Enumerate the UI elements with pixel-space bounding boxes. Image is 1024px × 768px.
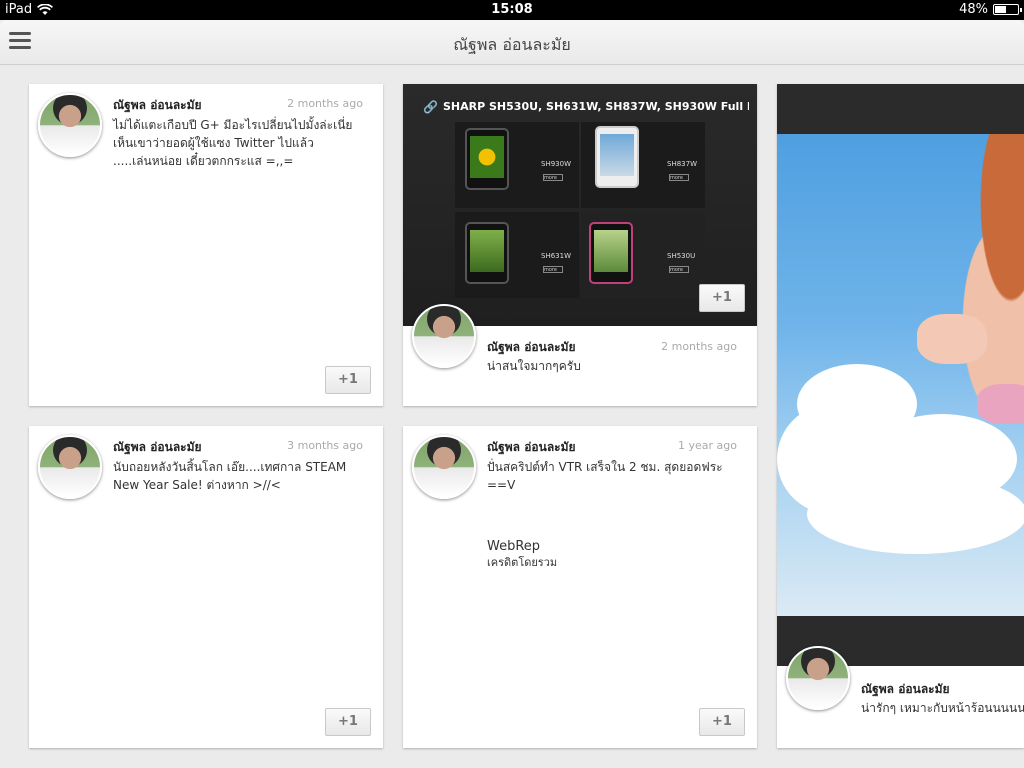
battery-icon	[993, 4, 1022, 15]
phone-label: SH530U	[667, 252, 696, 260]
phone-label: SH930W	[541, 160, 571, 168]
link-subtitle: เครดิตโดยรวม	[487, 556, 558, 569]
more-button: more	[543, 174, 563, 181]
phone-image	[595, 126, 639, 188]
avatar[interactable]	[38, 93, 102, 157]
phone-image	[465, 128, 509, 190]
more-button: more	[669, 266, 689, 273]
plus-one-button[interactable]: +1	[325, 708, 371, 736]
phone-label: SH837W	[667, 160, 697, 168]
battery-fill	[995, 6, 1006, 13]
battery-percent: 48%	[959, 2, 988, 17]
post-text: น่าสนใจมากๆครับ	[487, 359, 581, 373]
post-time: 3 months ago	[287, 439, 363, 452]
post-text: ปั่นสคริปต์ทำ VTR เสร็จใน 2 ชม. สุดยอดฟร…	[487, 460, 723, 492]
post-card[interactable]: ณัฐพล อ่อนละมัย 2 months ago ไม่ได้แตะเก…	[29, 84, 383, 406]
post-photo[interactable]	[777, 134, 1024, 616]
post-time: 2 months ago	[287, 97, 363, 110]
post-card-link[interactable]: 🔗 SHARP SH530U, SH631W, SH837W, SH930W F…	[403, 84, 757, 406]
post-text: น่ารักๆ เหมาะกับหน้าร้อนนนนนแบ	[861, 701, 1024, 715]
post-card[interactable]: ณัฐพล อ่อนละมัย 3 months ago นับถอยหลังว…	[29, 426, 383, 748]
avatar[interactable]	[786, 646, 850, 710]
status-bar: iPad 15:08 48%	[0, 0, 1024, 20]
phone-image	[465, 222, 509, 284]
avatar[interactable]	[38, 435, 102, 499]
plus-one-button[interactable]: +1	[699, 284, 745, 312]
more-button: more	[669, 174, 689, 181]
post-author[interactable]: ณัฐพล อ่อนละมัย	[861, 680, 950, 699]
phone-label: SH631W	[541, 252, 571, 260]
page-title: ณัฐพล อ่อนละมัย	[453, 35, 571, 54]
avatar[interactable]	[412, 304, 476, 368]
post-author[interactable]: ณัฐพล อ่อนละมัย	[487, 438, 576, 457]
status-right: 48%	[959, 2, 1022, 17]
post-author[interactable]: ณัฐพล อ่อนละมัย	[113, 438, 202, 457]
more-button: more	[543, 266, 563, 273]
post-card-photo[interactable]: ณัฐพล อ่อนละมัย น่ารักๆ เหมาะกับหน้าร้อน…	[777, 84, 1024, 748]
post-text: นับถอยหลังวันสิ้นโลก เอ๊ย....เทศกาล STEA…	[113, 460, 347, 492]
post-author[interactable]: ณัฐพล อ่อนละมัย	[487, 338, 576, 357]
post-author[interactable]: ณัฐพล อ่อนละมัย	[113, 96, 202, 115]
link-preview[interactable]: 🔗 SHARP SH530U, SH631W, SH837W, SH930W F…	[403, 84, 757, 326]
post-text: ไม่ได้แตะเกือบปี G+ มีอะไรเปลี่ยนไปมั้งล…	[113, 118, 353, 168]
navigation-bar: ณัฐพล อ่อนละมัย	[0, 20, 1024, 65]
link-icon: 🔗	[423, 100, 438, 114]
avatar[interactable]	[412, 435, 476, 499]
plus-one-button[interactable]: +1	[325, 366, 371, 394]
phone-image	[589, 222, 633, 284]
link-preview-title[interactable]: SHARP SH530U, SH631W, SH837W, SH930W Ful…	[443, 100, 749, 113]
phone-grid: SH930W more SH837W more SH631W more SH53…	[455, 122, 705, 298]
plus-one-button[interactable]: +1	[699, 708, 745, 736]
post-card[interactable]: ณัฐพล อ่อนละมัย 1 year ago ปั่นสคริปต์ทำ…	[403, 426, 757, 748]
post-time: 1 year ago	[678, 439, 737, 452]
status-time: 15:08	[491, 2, 533, 17]
post-time: 2 months ago	[661, 340, 737, 353]
